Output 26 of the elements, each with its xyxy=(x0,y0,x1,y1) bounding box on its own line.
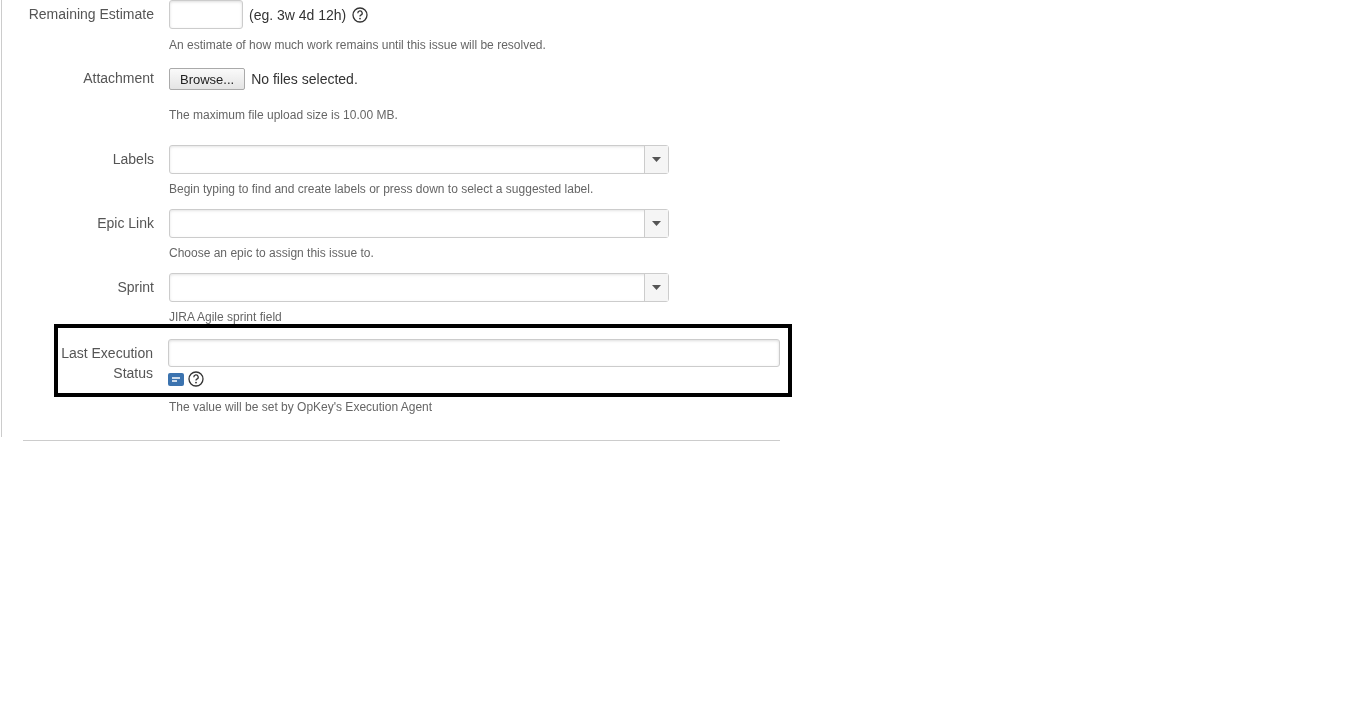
caret-icon xyxy=(652,157,661,162)
caret-icon xyxy=(652,221,661,226)
select-field[interactable] xyxy=(169,145,669,174)
field-label: Last Execution Status xyxy=(60,344,153,383)
help-text: JIRA Agile sprint field xyxy=(169,310,283,324)
caret-icon xyxy=(652,285,661,290)
field-label: Epic Link xyxy=(96,214,154,233)
select-field[interactable] xyxy=(169,273,669,302)
text-field[interactable] xyxy=(168,339,780,367)
help-text: An estimate of how much work remains until this issue will be resolved. xyxy=(169,38,547,52)
browse-button[interactable]: Browse... xyxy=(169,68,246,90)
help-icon[interactable] xyxy=(188,371,204,387)
help-text: Choose an epic to assign this issue to. xyxy=(169,246,375,260)
file-status: No files selected. xyxy=(251,71,358,87)
field-label: Remaining Estimate xyxy=(27,5,154,24)
estimate-field[interactable] xyxy=(169,0,243,29)
field-label: Attachment xyxy=(82,69,154,88)
help-text: The maximum file upload size is 10.00 MB. xyxy=(169,108,399,122)
help-text: Begin typing to find and create labels or press down to select a suggested label. xyxy=(169,182,595,196)
field-label: Labels xyxy=(111,150,154,169)
help-text: The value will be set by OpKey's Execution Agent xyxy=(169,400,434,414)
select-field[interactable] xyxy=(169,209,669,238)
format-hint: (eg. 3w 4d 12h) xyxy=(249,6,347,23)
wiki-icon[interactable] xyxy=(168,372,184,386)
help-icon[interactable] xyxy=(352,6,369,23)
field-label: Sprint xyxy=(116,278,154,297)
